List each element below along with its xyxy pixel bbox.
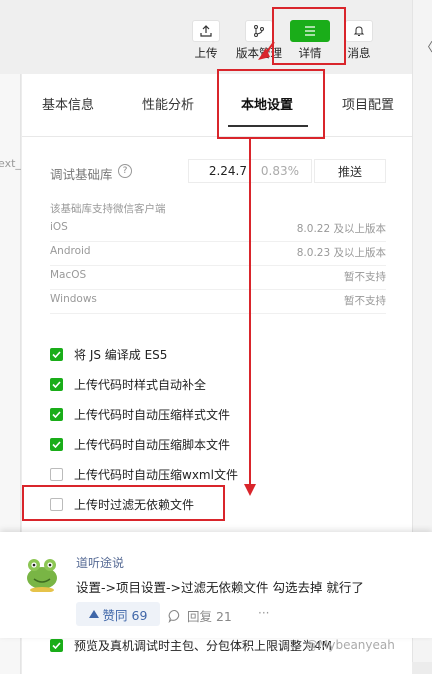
comment-bubble-icon (168, 609, 180, 623)
comment-author[interactable]: 道听途说 (76, 554, 124, 571)
triangle-up-icon (88, 610, 99, 618)
reply-button[interactable]: 回复 21 (168, 606, 232, 625)
arrow-head-icon (244, 484, 256, 496)
more-icon[interactable]: ··· (258, 606, 269, 620)
comment-card: 道听途说 设置->项目设置->过滤无依赖文件 勾选去掉 就行了 赞同 69 回复… (0, 532, 432, 638)
comment-text: 设置->项目设置->过滤无依赖文件 勾选去掉 就行了 (76, 580, 364, 595)
watermark: @Mybeanyeah (306, 638, 395, 652)
like-button[interactable]: 赞同 69 (76, 602, 160, 626)
avatar[interactable] (22, 552, 62, 593)
